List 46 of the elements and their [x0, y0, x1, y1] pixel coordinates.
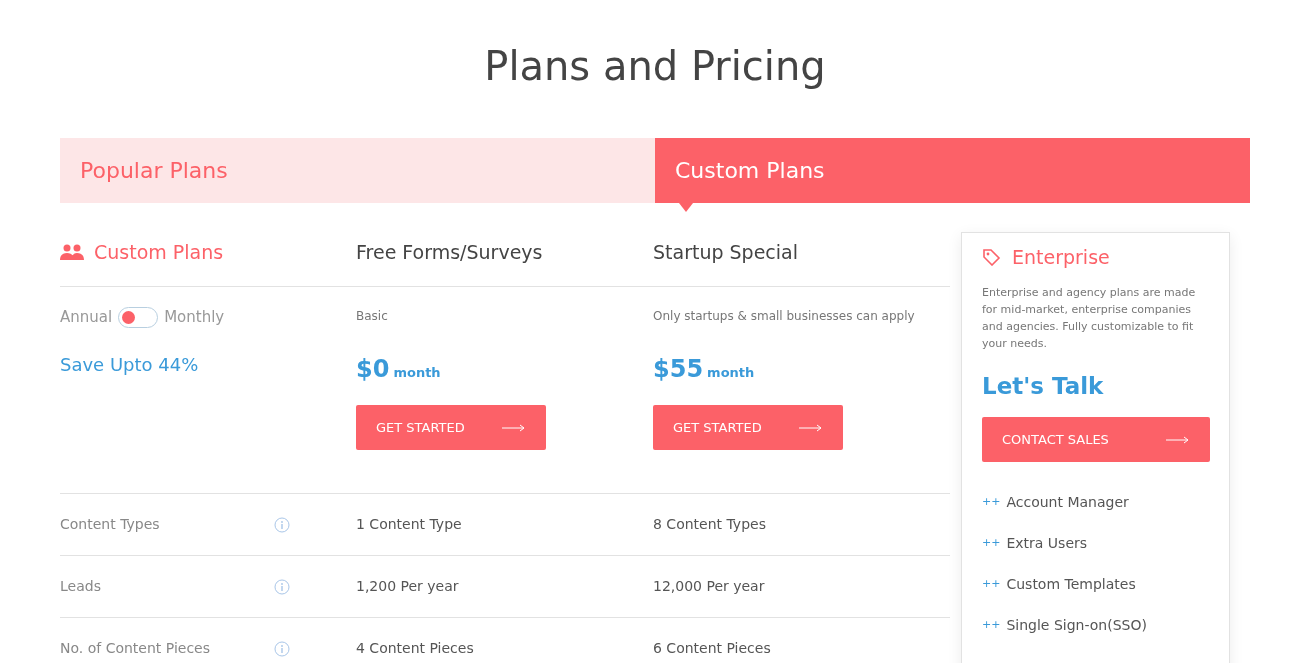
feature-value: 1,200 Per year	[356, 577, 460, 596]
feature-value: 4 Content Pieces	[356, 639, 475, 658]
plan-price: $0	[356, 354, 390, 385]
plus-marker: ++	[982, 617, 1001, 634]
toggle-label: Monthly	[164, 307, 225, 328]
plan-tab[interactable]: Popular Plans	[60, 138, 655, 203]
users-icon	[60, 243, 84, 260]
feature-value: 1 Content Type	[356, 515, 463, 534]
arrow-icon	[1166, 435, 1190, 444]
extra-feature: Single Sign-on(SSO)	[1006, 616, 1147, 635]
info-icon[interactable]	[274, 516, 290, 533]
tag-icon	[982, 248, 1002, 267]
plus-marker: ++	[982, 494, 1001, 511]
plan-note: Only startups & small businesses can apply	[653, 308, 916, 325]
arrow-icon	[502, 423, 526, 432]
card-description: Enterprise and agency plans are made for mid-market, enterprise companies and agencies. Fully customizable to fit your needs.	[982, 284, 1197, 352]
feature-label: No. of Content Pieces	[60, 639, 210, 658]
plus-marker: ++	[982, 576, 1001, 593]
feature-value: 12,000 Per year	[653, 577, 766, 596]
plan-note: Basic	[356, 308, 389, 325]
card-title: Enterprise	[1012, 245, 1110, 270]
get-started-button[interactable]: GET STARTED	[356, 405, 546, 450]
cta-heading: Let's Talk	[982, 371, 1105, 401]
extra-feature: Account Manager	[1006, 493, 1129, 512]
extra-feature: Custom Templates	[1006, 575, 1136, 594]
plus-marker: ++	[982, 535, 1001, 552]
savings-text: Save Upto 44%	[60, 352, 200, 377]
get-started-button[interactable]: GET STARTED	[653, 405, 843, 450]
feature-label: Content Types	[60, 515, 160, 534]
price-period: month	[707, 364, 755, 382]
contact-sales-button[interactable]: CONTACT SALES	[982, 417, 1210, 462]
tab-pointer	[679, 203, 693, 212]
extra-feature: Extra Users	[1006, 534, 1088, 553]
plan-price: $55	[653, 354, 704, 385]
feature-value: 8 Content Types	[653, 515, 767, 534]
info-icon[interactable]	[274, 640, 290, 657]
section-heading: Custom Plans	[94, 239, 224, 265]
feature-value: 6 Content Pieces	[653, 639, 772, 658]
page-title: Plans and Pricing	[483, 42, 827, 91]
price-period: month	[393, 364, 441, 382]
info-icon[interactable]	[274, 578, 290, 595]
plan-name: Free Forms/Surveys	[356, 239, 544, 265]
feature-label: Leads	[60, 577, 101, 596]
toggle-label: Annual	[60, 307, 113, 328]
plan-name: Startup Special	[653, 239, 799, 265]
arrow-icon	[799, 423, 823, 432]
